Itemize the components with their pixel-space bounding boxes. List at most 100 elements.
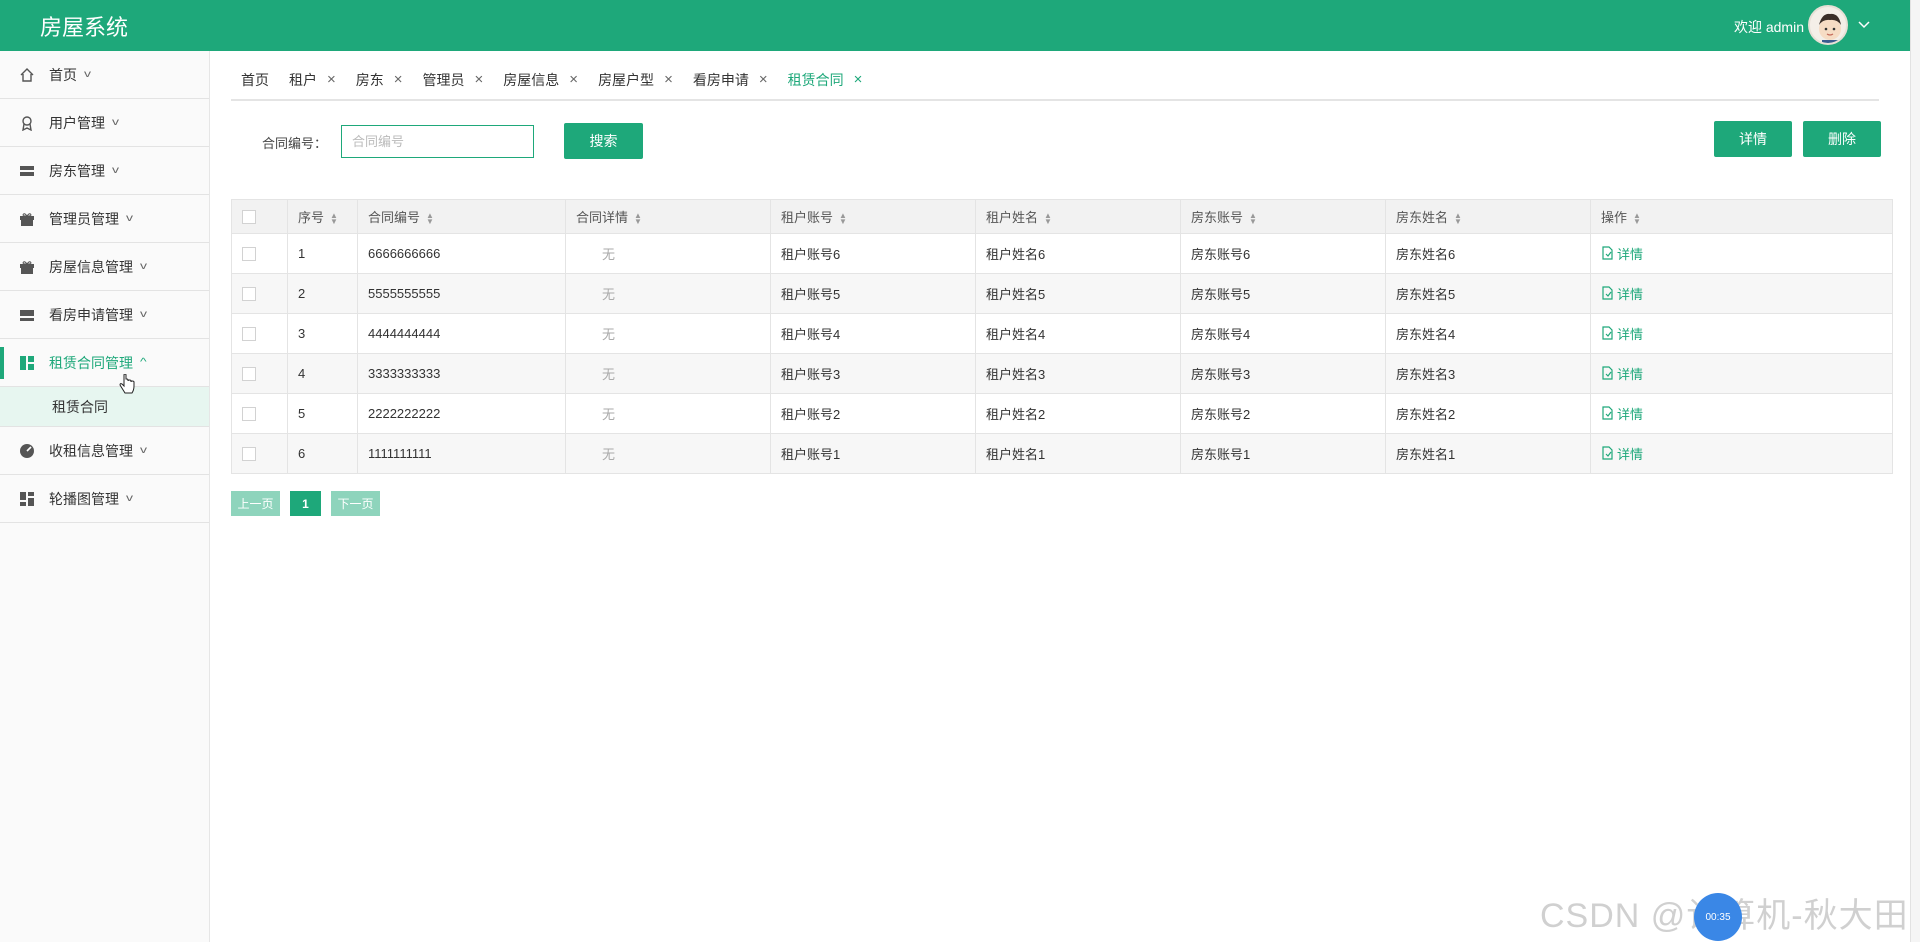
tab-house-info[interactable]: 房屋信息 ×	[493, 60, 588, 100]
column-header[interactable]: 租户姓名 ▲ ▼	[975, 199, 1181, 234]
document-icon	[1602, 246, 1613, 260]
sidebar: 首页 v 用户管理 v 房东管理 v 管理员管理 v 房屋信息管理 v 看房申请…	[0, 51, 210, 942]
sidebar-item-users[interactable]: 用户管理 v	[0, 99, 209, 147]
tab-viewing-requests[interactable]: 看房申请 ×	[683, 60, 778, 100]
next-page-button[interactable]: 下一页	[331, 491, 380, 516]
close-icon[interactable]: ×	[475, 71, 484, 88]
row-select-cell	[231, 433, 288, 474]
tab-admins[interactable]: 管理员 ×	[413, 60, 494, 100]
close-icon[interactable]: ×	[394, 71, 403, 88]
row-checkbox[interactable]	[242, 247, 256, 262]
table-row[interactable]: 1 6666666666 无 租户账号6 租户姓名6 房东账号6 房东姓名6 详情	[231, 233, 1893, 274]
tab-landlords[interactable]: 房东 ×	[346, 60, 413, 100]
close-icon[interactable]: ×	[854, 71, 863, 88]
tenant-name: 租户姓名2	[975, 393, 1181, 434]
document-icon	[1602, 446, 1613, 460]
row-detail-label: 详情	[1617, 286, 1644, 302]
close-icon[interactable]: ×	[664, 71, 673, 88]
sidebar-item-carousel[interactable]: 轮播图管理 v	[0, 475, 209, 523]
landlord-account: 房东账号1	[1180, 433, 1386, 474]
tab-house-types[interactable]: 房屋户型 ×	[588, 60, 683, 100]
column-label: 合同详情	[576, 210, 629, 225]
sort-icon[interactable]: ▲ ▼	[330, 211, 338, 225]
row-detail-link[interactable]: 详情	[1601, 324, 1643, 343]
column-header[interactable]: 房东账号 ▲ ▼	[1180, 199, 1386, 234]
row-detail-link[interactable]: 详情	[1601, 244, 1643, 263]
sort-icon[interactable]: ▲ ▼	[1249, 211, 1257, 225]
table-row[interactable]: 5 2222222222 无 租户账号2 租户姓名2 房东账号2 房东姓名2 详情	[231, 393, 1893, 434]
column-label: 租户姓名	[986, 210, 1039, 225]
row-select-cell	[231, 273, 288, 314]
floating-timer[interactable]: 00:35	[1694, 893, 1742, 941]
delete-button[interactable]: 删除	[1803, 121, 1881, 157]
sidebar-item-rent-collection[interactable]: 收租信息管理 v	[0, 427, 209, 475]
avatar[interactable]	[1808, 5, 1848, 45]
prev-page-button[interactable]: 上一页	[231, 491, 280, 516]
row-detail-link[interactable]: 详情	[1601, 444, 1643, 463]
contract-number-input[interactable]	[341, 125, 534, 158]
user-avatar-icon	[1819, 13, 1841, 43]
sort-icon[interactable]: ▲ ▼	[634, 211, 642, 225]
close-icon[interactable]: ×	[759, 71, 768, 88]
column-header[interactable]: 序号 ▲ ▼	[287, 199, 358, 234]
select-all-cell	[231, 199, 288, 234]
tab-lease-contracts[interactable]: 租赁合同 ×	[778, 60, 873, 100]
sort-icon[interactable]: ▲ ▼	[426, 211, 434, 225]
row-checkbox[interactable]	[242, 447, 256, 462]
sidebar-item-viewing-requests[interactable]: 看房申请管理 v	[0, 291, 209, 339]
sidebar-item-landlords[interactable]: 房东管理 v	[0, 147, 209, 195]
row-detail-link[interactable]: 详情	[1601, 284, 1643, 303]
welcome-text: 欢迎 admin	[1733, 19, 1804, 35]
tenant-name: 租户姓名6	[975, 233, 1181, 274]
contract-detail-text: 无	[602, 407, 616, 422]
table-row[interactable]: 6 1111111111 无 租户账号1 租户姓名1 房东账号1 房东姓名1 详情	[231, 433, 1893, 474]
table-row[interactable]: 3 4444444444 无 租户账号4 租户姓名4 房东账号4 房东姓名4 详情	[231, 313, 1893, 354]
column-label: 合同编号	[368, 210, 421, 225]
row-checkbox[interactable]	[242, 407, 256, 422]
sort-icon[interactable]: ▲ ▼	[1454, 211, 1462, 225]
chevron-down-icon: v	[112, 117, 119, 128]
table-row[interactable]: 2 5555555555 无 租户账号5 租户姓名5 房东账号5 房东姓名5 详情	[231, 273, 1893, 314]
row-actions: 详情	[1590, 353, 1893, 394]
sidebar-item-lease-contracts[interactable]: 租赁合同管理 ^	[0, 339, 209, 387]
sidebar-item-house-info[interactable]: 房屋信息管理 v	[0, 243, 209, 291]
detail-button[interactable]: 详情	[1714, 121, 1792, 157]
sort-icon[interactable]: ▲ ▼	[839, 211, 847, 225]
column-header[interactable]: 租户账号 ▲ ▼	[770, 199, 976, 234]
contract-detail-text: 无	[602, 287, 616, 302]
row-checkbox[interactable]	[242, 367, 256, 382]
row-detail-link[interactable]: 详情	[1601, 364, 1643, 383]
search-button[interactable]: 搜索	[564, 123, 643, 159]
table-row[interactable]: 4 3333333333 无 租户账号3 租户姓名3 房东账号3 房东姓名3 详情	[231, 353, 1893, 394]
submenu-item-lease-contract[interactable]: 租赁合同	[0, 387, 209, 427]
sidebar-item-label: 房东管理	[49, 162, 105, 179]
sort-icon[interactable]: ▲ ▼	[1044, 211, 1052, 225]
sort-icon[interactable]: ▲ ▼	[1633, 211, 1641, 225]
row-checkbox[interactable]	[242, 327, 256, 342]
vertical-scrollbar[interactable]	[1910, 0, 1920, 942]
close-icon[interactable]: ×	[569, 71, 578, 88]
select-all-checkbox[interactable]	[242, 210, 256, 225]
page-number-button[interactable]: 1	[290, 491, 321, 516]
column-header[interactable]: 合同详情 ▲ ▼	[565, 199, 771, 234]
landlord-account: 房东账号4	[1180, 313, 1386, 354]
tab-label: 房屋户型	[598, 71, 655, 88]
sidebar-item-admins[interactable]: 管理员管理 v	[0, 195, 209, 243]
tab-tenants[interactable]: 租户 ×	[279, 60, 346, 100]
close-icon[interactable]: ×	[327, 71, 336, 88]
tab-label: 房屋信息	[503, 71, 560, 88]
column-header[interactable]: 房东姓名 ▲ ▼	[1385, 199, 1591, 234]
contract-detail: 无	[565, 433, 771, 474]
contract-number: 5555555555	[357, 273, 566, 314]
column-header[interactable]: 合同编号 ▲ ▼	[357, 199, 566, 234]
sidebar-item-home[interactable]: 首页 v	[0, 51, 209, 99]
chevron-down-icon[interactable]	[1858, 18, 1870, 32]
contract-number: 1111111111	[357, 433, 566, 474]
grid-icon	[19, 491, 35, 507]
column-header[interactable]: 操作 ▲ ▼	[1590, 199, 1893, 234]
row-index: 6	[287, 433, 358, 474]
tenant-name: 租户姓名4	[975, 313, 1181, 354]
row-checkbox[interactable]	[242, 287, 256, 302]
row-detail-link[interactable]: 详情	[1601, 404, 1643, 423]
tab-home[interactable]: 首页	[231, 60, 279, 100]
